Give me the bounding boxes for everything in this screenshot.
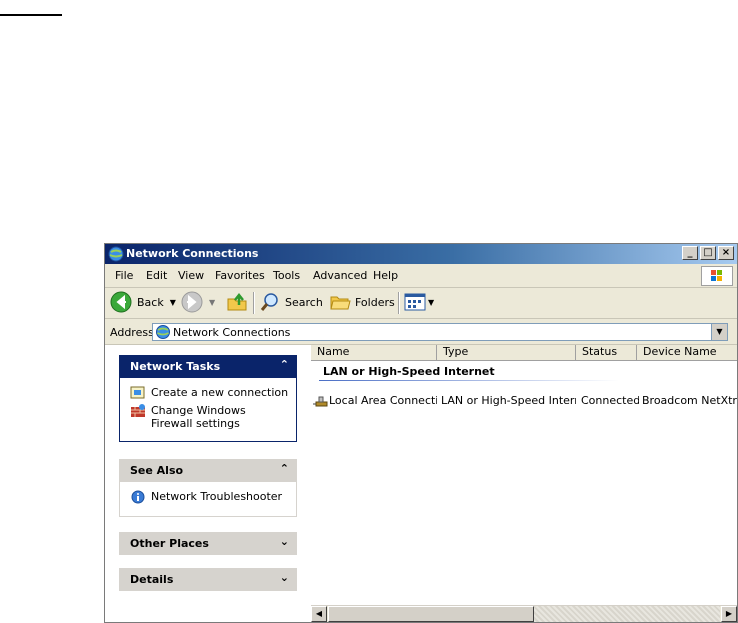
network-tasks-header[interactable]: Network Tasks ⌃ [119, 355, 297, 378]
firewall-icon [131, 404, 145, 417]
file-list-pane: Name Type Status Device Name LAN or High… [309, 345, 737, 622]
toolbar-separator [253, 292, 255, 314]
collapse-chevron-icon[interactable]: ⌃ [280, 462, 289, 475]
task-firewall-settings[interactable]: Change Windows Firewall settings [130, 404, 290, 430]
horizontal-scrollbar[interactable]: ◀ ▶ [311, 605, 737, 622]
back-dropdown-icon[interactable]: ▼ [170, 298, 176, 307]
forward-dropdown-icon[interactable]: ▼ [209, 298, 215, 307]
panel-title: Other Places [130, 537, 209, 550]
network-globe-icon [156, 325, 170, 339]
cell-name: Local Area Connection [329, 394, 437, 407]
task-label: Change Windows Firewall settings [151, 404, 246, 430]
back-button[interactable]: Back ▼ [110, 291, 176, 313]
windows-logo-icon [701, 266, 733, 286]
column-header-type[interactable]: Type [437, 345, 576, 360]
menu-edit[interactable]: Edit [146, 269, 167, 282]
menu-tools[interactable]: Tools [273, 269, 300, 282]
menu-favorites[interactable]: Favorites [215, 269, 265, 282]
back-arrow-icon [110, 291, 132, 313]
task-label: Network Troubleshooter [151, 490, 283, 503]
scroll-track[interactable] [534, 606, 720, 622]
column-header-status[interactable]: Status [576, 345, 637, 360]
network-tasks-panel: Network Tasks ⌃ Create a new connection [119, 355, 297, 442]
search-button[interactable]: Search [259, 291, 323, 313]
back-label: Back [137, 295, 164, 309]
info-icon [131, 490, 145, 504]
panel-title: See Also [130, 464, 184, 477]
folders-label: Folders [355, 295, 395, 309]
forward-arrow-icon [181, 291, 203, 313]
see-also-panel: See Also ⌃ Network Troubleshooter [119, 459, 297, 517]
lan-connection-icon [313, 396, 328, 407]
see-also-body: Network Troubleshooter [119, 482, 297, 517]
address-input[interactable]: Network Connections ▼ [152, 323, 728, 341]
see-also-header[interactable]: See Also ⌃ [119, 459, 297, 482]
up-folder-icon [227, 292, 247, 311]
menu-view[interactable]: View [178, 269, 204, 282]
address-value: Network Connections [173, 326, 291, 339]
address-bar: Address Network Connections ▼ [105, 320, 737, 345]
panel-title: Details [130, 573, 174, 586]
close-button[interactable]: × [718, 246, 734, 260]
address-label: Address [110, 326, 154, 339]
task-pane: Network Tasks ⌃ Create a new connection [105, 345, 309, 622]
group-header: LAN or High-Speed Internet [323, 365, 495, 378]
other-places-header[interactable]: Other Places ⌄ [119, 532, 297, 555]
details-panel: Details ⌄ [119, 568, 297, 591]
network-connections-window: Network Connections _ □ × File Edit View… [104, 243, 738, 623]
search-icon [260, 293, 278, 311]
toolbar-separator [398, 292, 400, 314]
toolbar: Back ▼ ▼ Search Folders ▼ [105, 288, 737, 319]
collapse-chevron-icon[interactable]: ⌃ [280, 358, 289, 371]
menu-bar: File Edit View Favorites Tools Advanced … [105, 265, 737, 288]
folders-button[interactable]: Folders [329, 291, 395, 313]
menu-advanced[interactable]: Advanced [313, 269, 367, 282]
scroll-right-button[interactable]: ▶ [721, 606, 737, 622]
minimize-button[interactable]: _ [682, 246, 698, 260]
panel-title: Network Tasks [130, 360, 221, 373]
cell-device: Broadcom NetXtreme [642, 394, 737, 407]
task-create-connection[interactable]: Create a new connection [130, 386, 290, 400]
scroll-thumb[interactable] [328, 606, 534, 622]
maximize-button[interactable]: □ [700, 246, 716, 260]
search-label: Search [285, 295, 323, 309]
network-tasks-body: Create a new connection Change Windows F… [119, 378, 297, 442]
content-area: Network Tasks ⌃ Create a new connection [105, 345, 737, 622]
network-globe-icon [108, 246, 124, 262]
expand-chevron-icon[interactable]: ⌄ [280, 571, 289, 584]
address-dropdown-button[interactable]: ▼ [711, 324, 727, 340]
up-folder-button[interactable] [226, 291, 248, 313]
views-dropdown-icon[interactable]: ▼ [428, 298, 434, 307]
title-bar[interactable]: Network Connections _ □ × [105, 244, 737, 264]
forward-button[interactable]: ▼ [181, 291, 215, 313]
menu-help[interactable]: Help [373, 269, 398, 282]
scroll-left-button[interactable]: ◀ [311, 606, 327, 622]
cell-status: Connected [581, 394, 639, 407]
details-header[interactable]: Details ⌄ [119, 568, 297, 591]
column-header-device-name[interactable]: Device Name [637, 345, 737, 360]
other-places-panel: Other Places ⌄ [119, 532, 297, 555]
task-network-troubleshooter[interactable]: Network Troubleshooter [130, 490, 290, 504]
folders-icon [330, 296, 351, 310]
views-button[interactable]: ▼ [404, 291, 434, 313]
group-divider [319, 380, 619, 381]
new-connection-icon [130, 386, 145, 399]
expand-chevron-icon[interactable]: ⌄ [280, 535, 289, 548]
task-label: Create a new connection [151, 386, 289, 399]
column-header-name[interactable]: Name [311, 345, 437, 360]
table-row[interactable]: Local Area Connection LAN or High-Speed … [309, 394, 737, 410]
column-headers: Name Type Status Device Name [311, 345, 737, 361]
window-title: Network Connections [126, 247, 259, 260]
menu-file[interactable]: File [115, 269, 133, 282]
underline-mark [0, 14, 62, 16]
cell-type: LAN or High-Speed Internet [441, 394, 576, 407]
views-icon [404, 293, 426, 311]
